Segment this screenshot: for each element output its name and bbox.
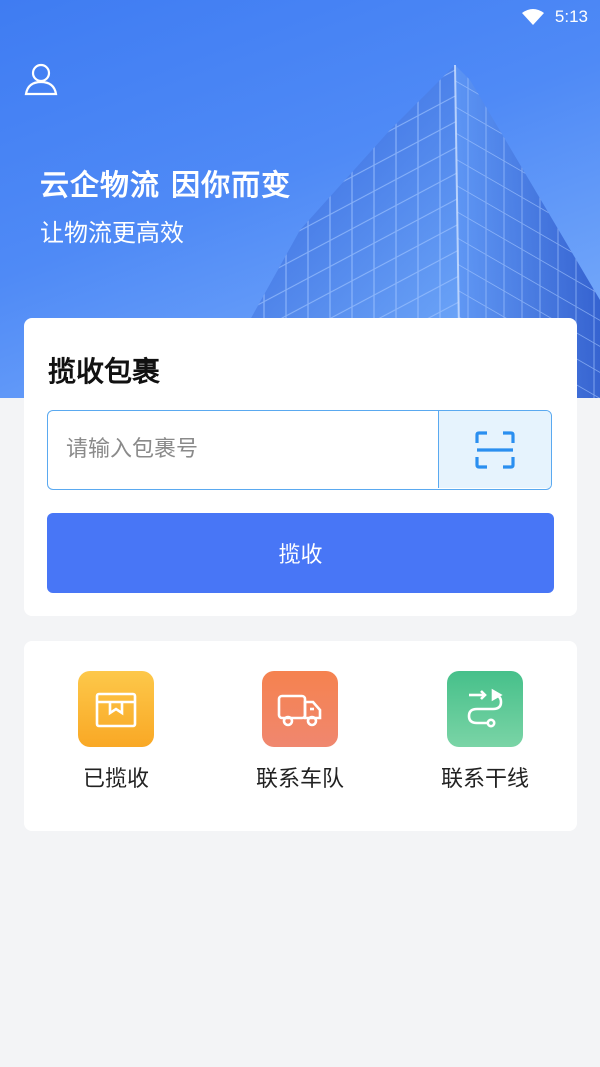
- scan-icon: [475, 430, 515, 469]
- user-icon[interactable]: [24, 62, 58, 100]
- fleet-tile: [262, 671, 338, 747]
- action-label-trunk: 联系干线: [440, 767, 529, 792]
- slogan-subtitle: 让物流更高效: [40, 219, 184, 247]
- action-collected[interactable]: 已揽收: [36, 671, 196, 793]
- collect-card-title: 揽收包裹: [48, 355, 161, 388]
- status-time: 5:13: [554, 7, 588, 26]
- scan-button[interactable]: [438, 411, 551, 488]
- action-label-collected: 已揽收: [82, 767, 149, 792]
- parcel-number-input[interactable]: [48, 411, 476, 488]
- action-contact-trunk[interactable]: 联系干线: [405, 671, 565, 793]
- trunk-tile: [447, 671, 523, 747]
- action-contact-fleet[interactable]: 联系车队: [220, 671, 380, 793]
- package-icon: [95, 692, 137, 728]
- wifi-icon: [522, 9, 544, 25]
- collected-tile: [78, 671, 154, 747]
- collect-card: 揽收包裹 揽收: [24, 318, 577, 616]
- status-bar: 5:13: [0, 0, 600, 34]
- parcel-input-group: [47, 410, 552, 490]
- slogan-title: 云企物流 因你而变: [40, 168, 292, 202]
- collect-button[interactable]: 揽收: [47, 513, 554, 593]
- truck-icon: [277, 694, 322, 727]
- action-label-fleet: 联系车队: [255, 767, 344, 792]
- route-icon: [467, 688, 503, 728]
- quick-actions-card: 已揽收 联系车队 联系干线: [24, 641, 577, 831]
